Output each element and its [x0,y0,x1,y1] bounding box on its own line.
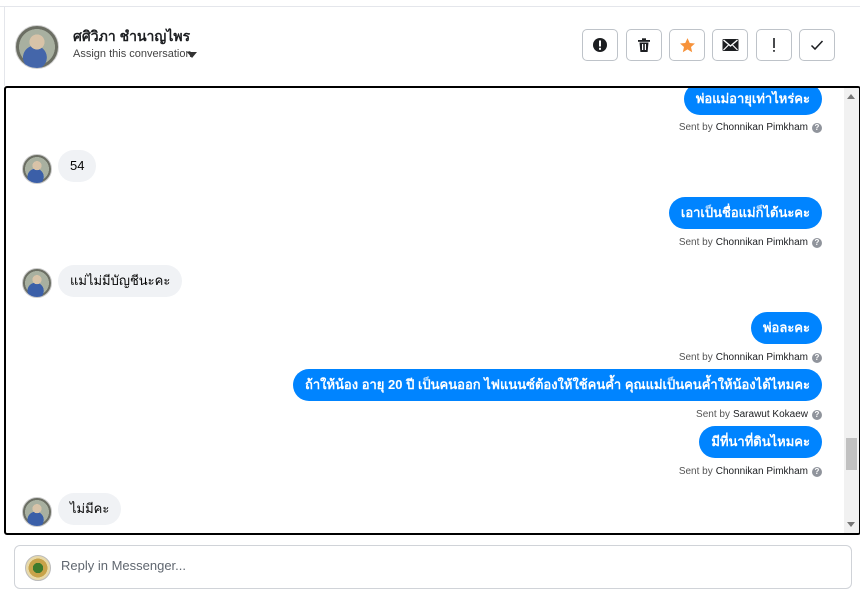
sender-name: Chonnikan Pimkham [715,122,808,133]
help-icon[interactable]: ? [812,352,822,363]
contact-avatar-small[interactable] [22,268,52,298]
checkmark-icon [810,40,824,51]
sender-name: Sarawut Kokaew [732,409,808,420]
top-divider [0,6,860,7]
sent-by-label: Sent by Chonnikan Pimkham ? [679,122,822,133]
star-button[interactable] [669,29,705,61]
envelope-icon [722,39,738,51]
sent-by-prefix: Sent by [678,466,713,477]
reply-input[interactable] [59,557,823,574]
help-icon[interactable]: ? [812,122,822,133]
page-avatar [25,555,51,581]
help-icon[interactable]: ? [812,237,822,248]
exclamation-icon [773,38,775,52]
sent-by-prefix: Sent by [678,237,713,248]
mark-done-button[interactable] [799,29,835,61]
left-divider [4,6,5,86]
sent-by-label: Sent by Chonnikan Pimkham ? [679,352,822,363]
sender-name: Chonnikan Pimkham [715,352,808,363]
scroll-down-arrow-icon[interactable] [847,522,855,527]
outgoing-message[interactable]: เอาเป็นชื่อแม่ก็ได้นะคะ [668,197,822,229]
outgoing-message[interactable]: พ่อแม่อายุเท่าไหร่คะ [683,88,822,115]
outgoing-message[interactable]: ถ้าให้น้อง อายุ 20 ปี เป็นคนออก ไฟแนนซ์ต… [292,369,822,401]
caret-down-icon[interactable] [187,52,197,58]
incoming-message[interactable]: ไม่มีคะ [58,493,122,525]
sender-name: Chonnikan Pimkham [715,237,808,248]
sent-by-label: Sent by Chonnikan Pimkham ? [679,237,822,248]
help-icon[interactable]: ? [812,466,822,477]
message-thread[interactable]: พ่อแม่อายุเท่าไหร่คะ Sent by Chonnikan P… [4,86,860,535]
incoming-message[interactable]: แม่ไม่มีบัญชีนะคะ [58,265,183,297]
sent-by-prefix: Sent by [678,352,713,363]
scrollbar-thumb[interactable] [846,438,857,470]
outgoing-message[interactable]: มีที่นาที่ดินไหมคะ [699,426,822,458]
contact-avatar-small[interactable] [22,497,52,527]
help-icon[interactable]: ? [812,409,822,420]
assign-conversation-link[interactable]: Assign this conversation [73,48,192,60]
reply-composer[interactable] [14,545,852,589]
trash-icon [638,38,650,52]
outgoing-message[interactable]: พ่อละคะ [750,312,822,344]
contact-avatar[interactable] [15,25,59,69]
sent-by-prefix: Sent by [678,122,713,133]
star-icon [679,37,695,52]
alert-circle-icon [593,38,607,52]
sender-name: Chonnikan Pimkham [715,466,808,477]
mark-spam-button[interactable] [582,29,618,61]
sent-by-prefix: Sent by [696,409,730,420]
delete-button[interactable] [626,29,662,61]
scrollbar[interactable] [844,88,859,533]
sent-by-label: Sent by Chonnikan Pimkham ? [679,466,822,477]
contact-name: ศศิวิภา ชำนาญไพร [73,28,191,44]
sent-by-label: Sent by Sarawut Kokaew ? [696,409,822,420]
follow-up-button[interactable] [756,29,792,61]
incoming-message[interactable]: 54 [58,150,97,182]
mark-unread-button[interactable] [712,29,748,61]
scroll-up-arrow-icon[interactable] [847,94,855,99]
contact-avatar-small[interactable] [22,154,52,184]
